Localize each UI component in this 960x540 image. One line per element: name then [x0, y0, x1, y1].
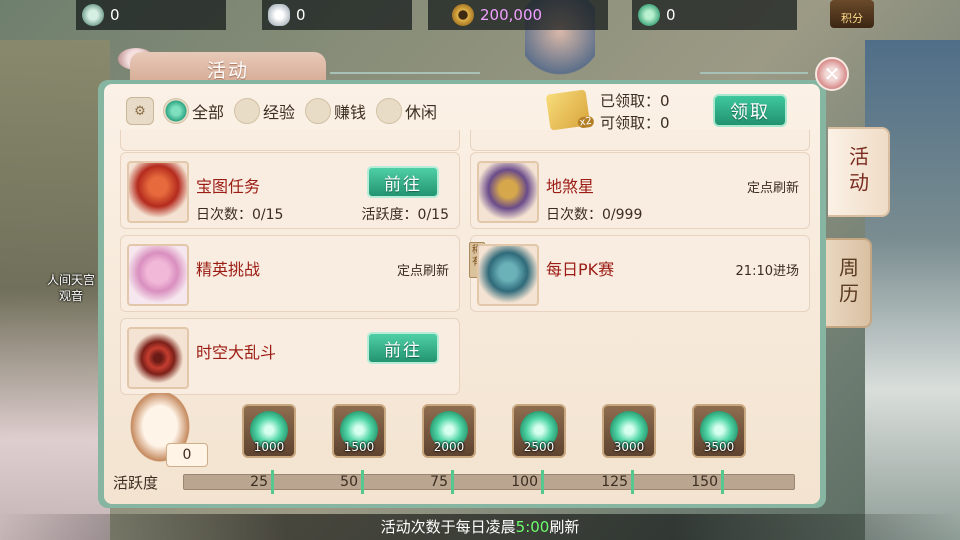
daily-count: 日次数：0/15: [196, 207, 284, 223]
filter-all[interactable]: 全部: [163, 97, 224, 125]
activity-name: 每日PK赛: [546, 260, 615, 279]
daily-pk-icon: [477, 244, 539, 306]
milestone-tick: [451, 470, 454, 494]
coin-value: 200,000: [480, 6, 543, 24]
filter-icon: ⚙: [126, 97, 154, 125]
tab-label: 活动: [845, 146, 870, 198]
resource-cloud: 0: [632, 0, 797, 30]
activity-note: 21:10进场: [735, 264, 799, 279]
activity-name: 时空大乱斗: [196, 343, 277, 362]
claimed-count: 已领取：0: [600, 92, 670, 110]
activity-card-earth-fiend[interactable]: 地煞星 定点刷新 日次数：0/999: [470, 152, 810, 229]
decorative-line: [330, 72, 480, 74]
background-scene-right: [865, 40, 960, 540]
close-button[interactable]: ✕: [815, 57, 849, 91]
activity-name: 精英挑战: [196, 260, 261, 279]
refresh-time: 5:00: [515, 518, 550, 536]
double-reward-icon: x2: [545, 89, 595, 131]
reward-threshold: 3000: [613, 440, 645, 454]
background-npc-label: 人间天宫 观音: [46, 273, 95, 303]
milestone-tick: [361, 470, 364, 494]
filter-leisure[interactable]: 休闲: [376, 97, 437, 125]
green-cloud-icon: [638, 4, 660, 26]
activity-card-partial[interactable]: [120, 130, 460, 151]
milestone-tick: [271, 470, 274, 494]
activity-card-time-space-brawl[interactable]: 时空大乱斗 前往: [120, 318, 460, 395]
activity-card-partial[interactable]: [470, 130, 810, 151]
filter-label: 经验: [263, 103, 296, 122]
radio-icon: [376, 98, 402, 124]
jade-icon: [82, 4, 104, 26]
reward-threshold: 3500: [703, 440, 735, 454]
activity-card-elite-challenge[interactable]: 精英挑战 定点刷新: [120, 235, 460, 312]
reward-threshold: 1000: [253, 440, 285, 454]
resource-silver: 0: [262, 0, 412, 30]
resource-jade: 0: [76, 0, 226, 30]
filter-label: 休闲: [405, 103, 438, 122]
filter-experience[interactable]: 经验: [234, 97, 295, 125]
activity-points: 活跃度：0/15: [361, 207, 449, 223]
milestone-tick: [631, 470, 634, 494]
double-reward-badge: x2: [576, 115, 595, 129]
points-label: 积分: [841, 12, 863, 25]
radio-icon: [305, 98, 331, 124]
cloud-value: 0: [666, 6, 676, 24]
milestone-label: 125: [601, 474, 628, 490]
filter-money[interactable]: 赚钱: [305, 97, 366, 125]
milestone-label: 25: [250, 474, 268, 490]
points-button[interactable]: 积分: [830, 0, 874, 28]
activity-note: 定点刷新: [746, 181, 799, 196]
go-button[interactable]: 前往: [367, 332, 439, 364]
tab-label: 周历: [835, 257, 860, 309]
tab-activities[interactable]: 活动: [828, 127, 890, 217]
reward-chest-1000[interactable]: 1000: [242, 404, 296, 458]
tab-weekly-calendar[interactable]: 周历: [826, 238, 872, 328]
reward-chest-1500[interactable]: 1500: [332, 404, 386, 458]
activity-name: 宝图任务: [196, 177, 261, 196]
silver-value: 0: [296, 6, 306, 24]
silver-ingot-icon: [268, 4, 290, 26]
milestone-label: 50: [340, 474, 358, 490]
milestone-tick: [541, 470, 544, 494]
milestone-label: 75: [430, 474, 448, 490]
activity-card-daily-pk[interactable]: 稀有 每日PK赛 21:10进场: [469, 235, 810, 312]
activity-note: 定点刷新: [396, 264, 449, 279]
activity-card-treasure-map[interactable]: 宝图任务 前往 日次数：0/15 活跃度：0/15: [120, 152, 460, 229]
close-icon: ✕: [823, 62, 841, 86]
radio-icon: [163, 98, 189, 124]
reward-chest-3000[interactable]: 3000: [602, 404, 656, 458]
decorative-line: [700, 72, 808, 74]
earth-fiend-icon: [477, 161, 539, 223]
milestone-tick: [721, 470, 724, 494]
copper-coin-icon: [452, 4, 474, 26]
activity-bar-label: 活跃度: [113, 474, 159, 492]
mascot-count: 0: [166, 443, 208, 467]
refresh-notice-prefix: 活动次数于每日凌晨: [380, 518, 516, 536]
claim-button[interactable]: 领取: [713, 94, 787, 127]
milestone-label: 150: [691, 474, 718, 490]
reward-chest-2500[interactable]: 2500: [512, 404, 566, 458]
resource-coin: 200,000: [428, 0, 608, 30]
resource-bar: 0 0 200,000 0 积分: [0, 0, 960, 30]
reward-chest-3500[interactable]: 3500: [692, 404, 746, 458]
refresh-notice-suffix: 刷新: [549, 518, 580, 536]
reward-chest-2000[interactable]: 2000: [422, 404, 476, 458]
refresh-notice: 活动次数于每日凌晨5:00刷新: [0, 514, 960, 540]
treasure-map-icon: [127, 161, 189, 223]
spiral-vortex-icon: [127, 327, 189, 389]
activity-name: 地煞星: [546, 177, 595, 196]
radio-icon: [234, 98, 260, 124]
reward-threshold: 2500: [523, 440, 555, 454]
filter-label: 赚钱: [334, 103, 367, 122]
filter-label: 全部: [192, 103, 225, 122]
jade-value: 0: [110, 6, 120, 24]
activity-list[interactable]: 宝图任务 前往 日次数：0/15 活跃度：0/15 地煞星 定点刷新 日次数：0…: [120, 130, 810, 395]
reward-threshold: 1500: [343, 440, 375, 454]
elite-challenge-icon: [127, 244, 189, 306]
reward-threshold: 2000: [433, 440, 465, 454]
go-button[interactable]: 前往: [367, 166, 439, 198]
daily-count: 日次数：0/999: [546, 207, 643, 223]
milestone-label: 100: [511, 474, 538, 490]
